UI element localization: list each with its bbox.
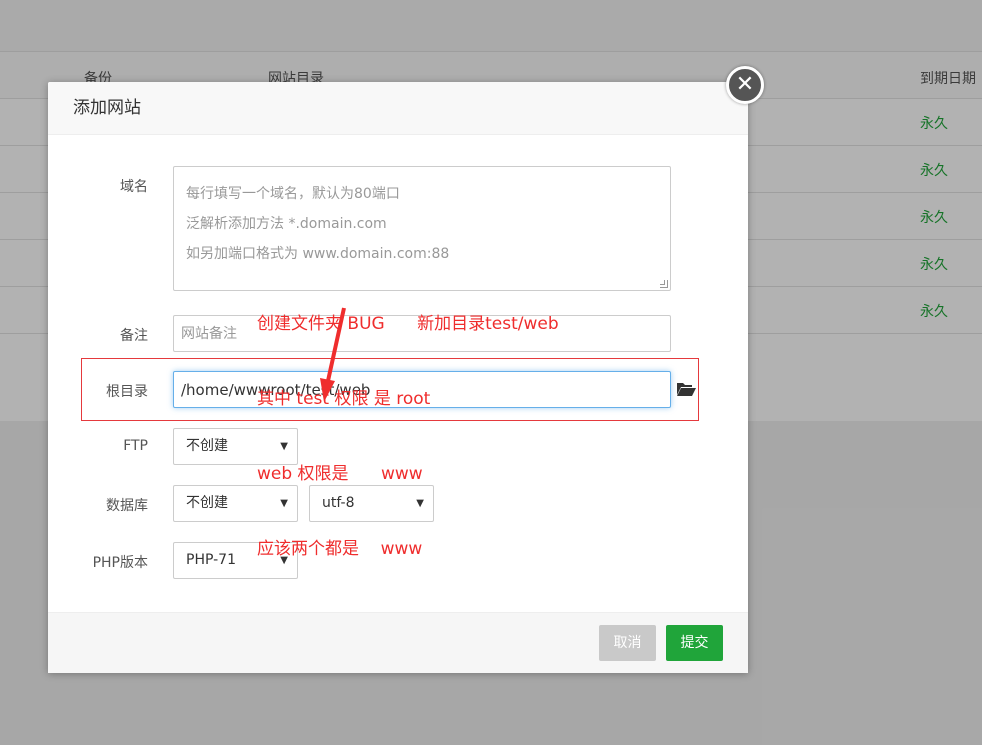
close-dialog-button[interactable]: ✕	[726, 66, 764, 104]
php-selected-value: PHP-71	[186, 552, 236, 568]
close-icon: ✕	[735, 72, 755, 97]
database-selected-value: 不创建	[186, 495, 228, 511]
remark-label: 备注	[120, 328, 148, 344]
cancel-button[interactable]: 取消	[599, 625, 656, 661]
database-label: 数据库	[106, 498, 148, 514]
dialog-title: 添加网站	[48, 82, 748, 135]
root-dir-label: 根目录	[106, 384, 148, 400]
bug-annotation: 创建文件夹 BUG 新加目录test/web 其中 test 权限 是 root…	[257, 262, 559, 587]
folder-open-icon[interactable]	[676, 381, 696, 397]
submit-button[interactable]: 提交	[666, 625, 723, 661]
annotation-line: web 权限是 www	[257, 464, 423, 484]
domain-label: 域名	[120, 179, 148, 195]
ftp-selected-value: 不创建	[186, 438, 228, 454]
annotation-line: 创建文件夹 BUG 新加目录test/web	[257, 314, 559, 334]
domain-placeholder-line: 泛解析添加方法 *.domain.com	[186, 216, 387, 232]
annotation-line: 应该两个都是 www	[257, 539, 423, 559]
php-version-label: PHP版本	[92, 555, 148, 571]
annotation-line: 其中 test 权限 是 root	[257, 389, 431, 409]
domain-placeholder-line: 每行填写一个域名，默认为80端口	[186, 186, 400, 202]
ftp-label: FTP	[123, 438, 148, 454]
resize-grip-icon[interactable]	[660, 280, 668, 288]
